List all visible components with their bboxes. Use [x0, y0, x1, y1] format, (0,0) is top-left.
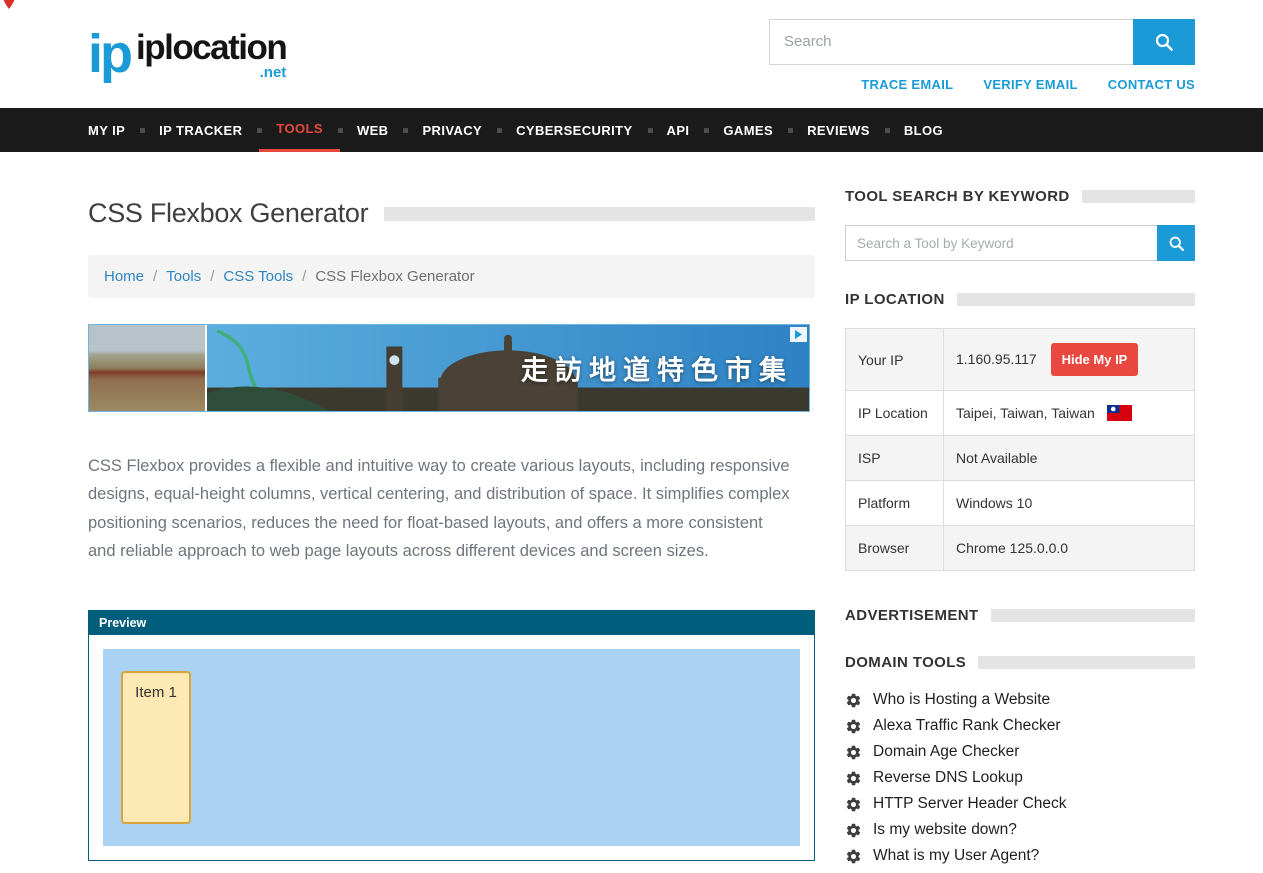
- heading-bar: [957, 293, 1195, 306]
- contact-us-link[interactable]: CONTACT US: [1108, 77, 1195, 92]
- list-item: Alexa Traffic Rank Checker: [845, 717, 1195, 735]
- platform-value: Windows 10: [956, 495, 1032, 511]
- logo-text: iplocation .net: [136, 30, 286, 81]
- verify-email-link[interactable]: VERIFY EMAIL: [983, 77, 1077, 92]
- tool-link-whois-hosting[interactable]: Who is Hosting a Website: [873, 691, 1050, 709]
- heading-bar: [978, 656, 1195, 669]
- header-links: TRACE EMAIL VERIFY EMAIL CONTACT US: [861, 77, 1195, 92]
- flex-preview-container: Item 1: [103, 649, 800, 846]
- list-item: What is my User Agent?: [845, 847, 1195, 865]
- ip-location-value: Taipei, Taiwan, Taiwan: [956, 405, 1095, 421]
- breadcrumb-separator: [302, 268, 306, 285]
- breadcrumb-tools[interactable]: Tools: [166, 268, 201, 285]
- nav-item-my-ip[interactable]: MY IP: [88, 108, 142, 152]
- breadcrumb: Home Tools CSS Tools CSS Flexbox Generat…: [88, 255, 815, 298]
- ad-choices-icon[interactable]: [790, 327, 807, 342]
- main-content: CSS Flexbox Generator Home Tools CSS Too…: [88, 188, 815, 861]
- nav-item-tools[interactable]: TOOLS: [259, 108, 340, 152]
- tool-search-button[interactable]: [1157, 225, 1195, 261]
- heading-bar: [1082, 190, 1195, 203]
- browser-value: Chrome 125.0.0.0: [956, 540, 1068, 556]
- flex-preview-item-1: Item 1: [121, 671, 191, 824]
- nav-item-reviews[interactable]: REVIEWS: [790, 108, 887, 152]
- ip-location-heading: IP LOCATION: [845, 291, 945, 308]
- gear-icon: [845, 848, 862, 865]
- list-item: Reverse DNS Lookup: [845, 769, 1195, 787]
- list-item: HTTP Server Header Check: [845, 795, 1195, 813]
- table-row-ip-location: IP Location Taipei, Taiwan, Taiwan: [846, 391, 1195, 436]
- list-item: Who is Hosting a Website: [845, 691, 1195, 709]
- nav-item-api[interactable]: API: [650, 108, 707, 152]
- breadcrumb-separator: [210, 268, 214, 285]
- nav-item-ip-tracker[interactable]: IP TRACKER: [142, 108, 259, 152]
- breadcrumb-css-tools[interactable]: CSS Tools: [223, 268, 293, 285]
- tool-link-domain-age[interactable]: Domain Age Checker: [873, 743, 1019, 761]
- nav-item-blog[interactable]: BLOG: [887, 108, 960, 152]
- intro-paragraph: CSS Flexbox provides a flexible and intu…: [88, 452, 794, 566]
- header-search-bar: [769, 19, 1195, 65]
- sidebar: TOOL SEARCH BY KEYWORD IP LOCATION Your …: [845, 188, 1195, 873]
- table-row-platform: Platform Windows 10: [846, 481, 1195, 526]
- preview-body: Item 1: [89, 635, 814, 860]
- search-icon: [1154, 32, 1174, 52]
- header-search-button[interactable]: [1133, 19, 1195, 65]
- tool-search-input[interactable]: [845, 225, 1157, 261]
- tool-link-alexa-rank[interactable]: Alexa Traffic Rank Checker: [873, 717, 1061, 735]
- tool-search-heading: TOOL SEARCH BY KEYWORD: [845, 188, 1070, 205]
- breadcrumb-current: CSS Flexbox Generator: [315, 268, 474, 285]
- breadcrumb-home[interactable]: Home: [104, 268, 144, 285]
- ip-location-table: Your IP 1.160.95.117 Hide My IP IP Locat…: [845, 328, 1195, 571]
- ad-headline: 走訪地道特色市集: [521, 349, 793, 388]
- table-row-your-ip: Your IP 1.160.95.117 Hide My IP: [846, 329, 1195, 391]
- gear-icon: [845, 796, 862, 813]
- hide-my-ip-button[interactable]: Hide My IP: [1051, 343, 1139, 376]
- gear-icon: [845, 692, 862, 709]
- trace-email-link[interactable]: TRACE EMAIL: [861, 77, 953, 92]
- table-row-browser: Browser Chrome 125.0.0.0: [846, 526, 1195, 571]
- logo-tld: .net: [260, 64, 287, 81]
- gear-icon: [845, 718, 862, 735]
- table-row-isp: ISP Not Available: [846, 436, 1195, 481]
- header-search-input[interactable]: [769, 19, 1133, 65]
- nav-item-games[interactable]: GAMES: [706, 108, 790, 152]
- logo-mark: ip: [88, 32, 134, 78]
- nav-item-cybersecurity[interactable]: CYBERSECURITY: [499, 108, 649, 152]
- logo[interactable]: ip iplocation .net: [88, 30, 286, 81]
- tool-link-reverse-dns[interactable]: Reverse DNS Lookup: [873, 769, 1023, 787]
- tool-search-bar: [845, 225, 1195, 261]
- tool-link-website-down[interactable]: Is my website down?: [873, 821, 1017, 839]
- tool-link-http-header[interactable]: HTTP Server Header Check: [873, 795, 1067, 813]
- breadcrumb-separator: [153, 268, 157, 285]
- isp-value: Not Available: [956, 450, 1037, 466]
- heading-bar: [991, 609, 1195, 622]
- nav-item-privacy[interactable]: PRIVACY: [405, 108, 499, 152]
- tool-link-user-agent[interactable]: What is my User Agent?: [873, 847, 1039, 865]
- preview-panel: Preview Item 1: [88, 610, 815, 861]
- domain-tools-list: Who is Hosting a Website Alexa Traffic R…: [845, 691, 1195, 865]
- page-title: CSS Flexbox Generator: [88, 198, 368, 229]
- gear-icon: [845, 744, 862, 761]
- domain-tools-heading: DOMAIN TOOLS: [845, 654, 966, 671]
- your-ip-value: 1.160.95.117: [956, 351, 1037, 367]
- taiwan-flag-icon: [1107, 405, 1132, 421]
- ad-artwork: 走訪地道特色市集: [207, 325, 809, 411]
- gear-icon: [845, 822, 862, 839]
- main-nav: MY IP IP TRACKER TOOLS WEB PRIVACY CYBER…: [0, 108, 1263, 152]
- gear-icon: [845, 770, 862, 787]
- site-header: ip iplocation .net TRACE EMAIL: [0, 0, 1263, 108]
- logo-name: iplocation: [136, 30, 286, 65]
- nav-item-web[interactable]: WEB: [340, 108, 406, 152]
- title-decoration-bar: [384, 207, 815, 221]
- ad-banner[interactable]: 走訪地道特色市集: [88, 324, 810, 412]
- list-item: Domain Age Checker: [845, 743, 1195, 761]
- ad-photo: [89, 325, 207, 411]
- search-icon: [1168, 235, 1185, 252]
- header-right: TRACE EMAIL VERIFY EMAIL CONTACT US: [769, 19, 1195, 92]
- preview-panel-title: Preview: [89, 611, 814, 635]
- list-item: Is my website down?: [845, 821, 1195, 839]
- advertisement-heading: ADVERTISEMENT: [845, 607, 979, 624]
- page: ip iplocation .net TRACE EMAIL: [0, 0, 1263, 873]
- location-pin-icon: [1, 0, 17, 11]
